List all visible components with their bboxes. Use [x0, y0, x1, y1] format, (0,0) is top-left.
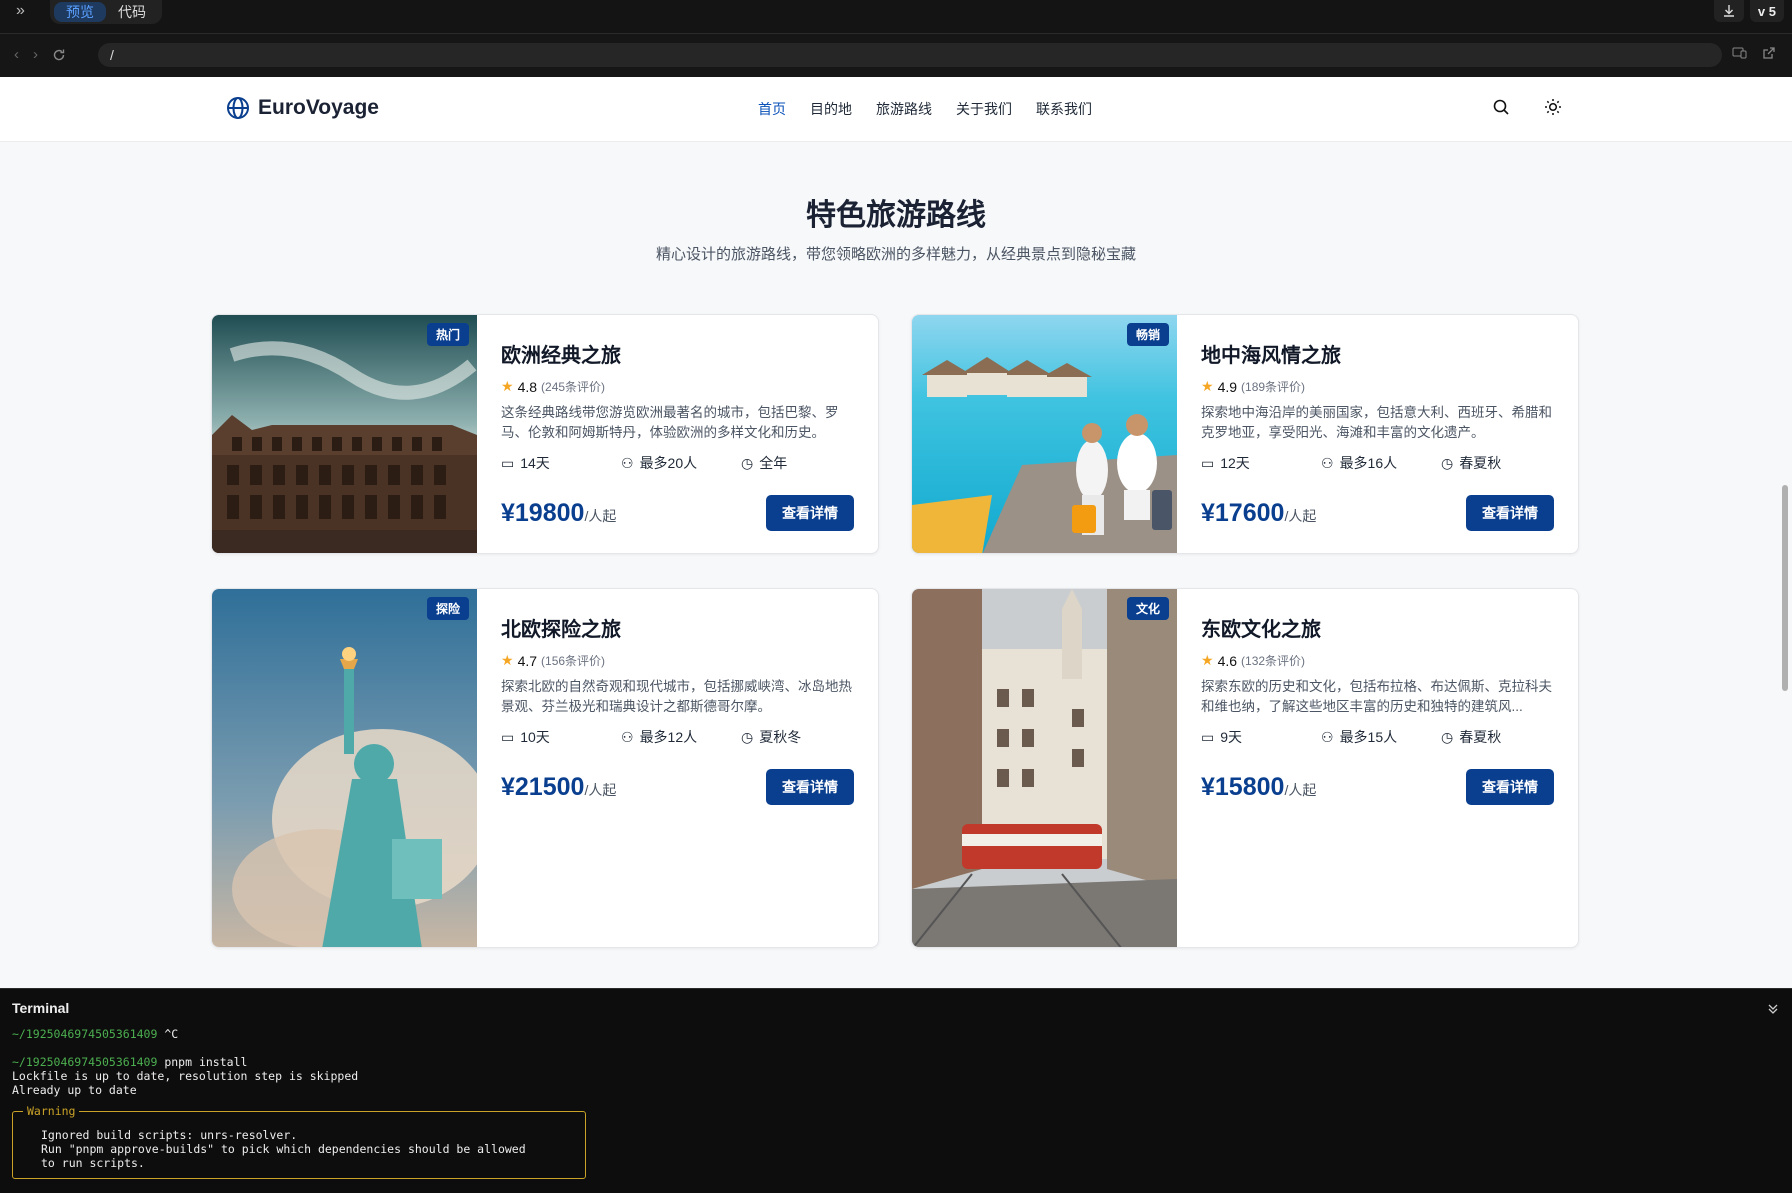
responsive-view-icon[interactable]	[1732, 46, 1748, 60]
warning-box: Warning Ignored build scripts: unrs-reso…	[12, 1104, 586, 1179]
tab-preview[interactable]: 预览	[54, 2, 106, 22]
route-card-nordic[interactable]: 探险 北欧探险之旅 ★ 4.7 (156条评价) 探索北欧的自然奇观和现代城市，…	[211, 588, 879, 948]
address-bar: ‹ › /	[0, 34, 1792, 77]
site-header: EuroVoyage 首页 目的地 旅游路线 关于我们 联系我们	[0, 77, 1792, 142]
calendar-icon: ▭	[501, 728, 515, 745]
calendar-icon: ▭	[1201, 454, 1215, 471]
globe-icon	[227, 97, 249, 119]
clock-icon: ◷	[741, 454, 754, 471]
card-title: 东欧文化之旅	[1201, 619, 1321, 641]
view-details-button[interactable]: 查看详情	[1466, 769, 1554, 805]
card-title: 北欧探险之旅	[501, 619, 621, 641]
warning-line: to run scripts.	[41, 1156, 145, 1170]
statue-of-liberty-photo: 探险	[212, 589, 492, 947]
preview-viewport: EuroVoyage 首页 目的地 旅游路线 关于我们 联系我们 特色旅游路线 …	[0, 77, 1792, 988]
nav-about[interactable]: 关于我们	[956, 99, 1012, 119]
colosseum-photo: 热门	[212, 315, 477, 553]
reload-icon[interactable]	[52, 48, 66, 62]
route-card-classic[interactable]: 热门 欧洲经典之旅 ★ 4.8 (245条评价) 这条经典路线带您游览欧洲最著名…	[211, 314, 879, 554]
terminal-line: Already up to date	[12, 1083, 137, 1097]
card-badge: 探险	[426, 597, 469, 620]
preview-scrollbar[interactable]	[1782, 485, 1788, 691]
route-card-mediterranean[interactable]: 畅销 地中海风情之旅 ★ 4.9 (189条评价) 探索地中海沿岸的美丽国家，包…	[911, 314, 1579, 554]
card-badge: 热门	[426, 323, 469, 346]
star-icon: ★	[501, 378, 514, 394]
nav-routes[interactable]: 旅游路线	[876, 99, 932, 119]
card-price: ¥21500/人起	[501, 772, 617, 801]
chevron-down-icon[interactable]	[1766, 1001, 1780, 1015]
terminal-title: Terminal	[12, 1000, 70, 1016]
clock-icon: ◷	[1441, 728, 1454, 745]
version-badge[interactable]: v 5	[1749, 0, 1784, 22]
calendar-icon: ▭	[501, 454, 515, 471]
card-rating: ★ 4.7 (156条评价)	[501, 652, 606, 669]
clock-icon: ◷	[1441, 454, 1454, 471]
card-description: 探索东欧的历史和文化，包括布拉格、布达佩斯、克拉科夫和维也纳，了解这些地区丰富的…	[1201, 679, 1552, 714]
main-nav: 首页 目的地 旅游路线 关于我们 联系我们	[758, 99, 1092, 119]
users-icon: ⚇	[621, 454, 634, 471]
card-description: 探索地中海沿岸的美丽国家，包括意大利、西班牙、希腊和克罗地亚，享受阳光、海滩和丰…	[1201, 405, 1552, 440]
sun-theme-icon[interactable]	[1544, 98, 1562, 116]
prague-tram-photo: 文化	[912, 589, 1177, 947]
card-rating: ★ 4.9 (189条评价)	[1201, 378, 1306, 395]
download-button[interactable]	[1713, 0, 1744, 22]
calendar-icon: ▭	[1201, 728, 1215, 745]
card-badge: 畅销	[1126, 323, 1169, 346]
warning-line: Ignored build scripts: unrs-resolver.	[41, 1128, 298, 1142]
clock-icon: ◷	[741, 728, 754, 745]
card-title: 欧洲经典之旅	[501, 345, 621, 367]
view-mode-switch: 预览 代码	[50, 0, 162, 24]
route-card-eastern[interactable]: 文化 东欧文化之旅 ★ 4.6 (132条评价) 探索东欧的历史和文化，包括布拉…	[911, 588, 1579, 948]
tab-code[interactable]: 代码	[106, 2, 158, 22]
section-title: 特色旅游路线	[806, 199, 986, 232]
star-icon: ★	[1201, 652, 1214, 668]
nav-home[interactable]: 首页	[758, 99, 786, 119]
expand-sidebar-icon[interactable]: »	[16, 2, 25, 20]
warning-label: Warning	[23, 1104, 80, 1118]
card-rating: ★ 4.6 (132条评价)	[1201, 652, 1306, 669]
card-price: ¥19800/人起	[501, 498, 617, 527]
url-input[interactable]: /	[98, 43, 1722, 67]
warning-line: Run "pnpm approve-builds" to pick which …	[41, 1142, 526, 1156]
terminal-output[interactable]: ~/1925046974505361409 ^C ~/1925046974505…	[0, 1027, 1792, 1179]
back-icon[interactable]: ‹	[14, 46, 19, 63]
view-details-button[interactable]: 查看详情	[766, 495, 854, 531]
users-icon: ⚇	[1321, 454, 1334, 471]
nav-destinations[interactable]: 目的地	[810, 99, 852, 119]
terminal-line: ~/1925046974505361409 ^C	[12, 1027, 179, 1041]
forward-icon[interactable]: ›	[33, 46, 38, 63]
open-external-icon[interactable]	[1762, 46, 1776, 60]
users-icon: ⚇	[1321, 728, 1334, 745]
users-icon: ⚇	[621, 728, 634, 745]
search-icon[interactable]	[1492, 98, 1510, 116]
card-title: 地中海风情之旅	[1201, 345, 1341, 367]
card-badge: 文化	[1126, 597, 1169, 620]
star-icon: ★	[1201, 378, 1214, 394]
brand-name: EuroVoyage	[258, 96, 379, 119]
card-price: ¥15800/人起	[1201, 772, 1317, 801]
ide-toolbar: » 预览 代码 v 5	[0, 0, 1792, 34]
card-rating: ★ 4.8 (245条评价)	[501, 378, 606, 395]
terminal-panel: Terminal ~/1925046974505361409 ^C ~/1925…	[0, 988, 1792, 1193]
terminal-line: Lockfile is up to date, resolution step …	[12, 1069, 359, 1083]
view-details-button[interactable]: 查看详情	[766, 769, 854, 805]
terminal-line: ~/1925046974505361409 pnpm install	[12, 1055, 248, 1069]
view-details-button[interactable]: 查看详情	[1466, 495, 1554, 531]
card-price: ¥17600/人起	[1201, 498, 1317, 527]
download-icon	[1723, 5, 1734, 17]
star-icon: ★	[501, 652, 514, 668]
beach-resort-photo: 畅销	[912, 315, 1177, 553]
card-description: 探索北欧的自然奇观和现代城市，包括挪威峡湾、冰岛地热景观、芬兰极光和瑞典设计之都…	[501, 679, 852, 714]
section-subtitle: 精心设计的旅游路线，带您领略欧洲的多样魅力，从经典景点到隐秘宝藏	[655, 246, 1136, 263]
nav-contact[interactable]: 联系我们	[1036, 99, 1092, 119]
card-description: 这条经典路线带您游览欧洲最著名的城市，包括巴黎、罗马、伦敦和阿姆斯特丹，体验欧洲…	[501, 405, 839, 440]
brand-logo[interactable]: EuroVoyage	[226, 96, 379, 120]
